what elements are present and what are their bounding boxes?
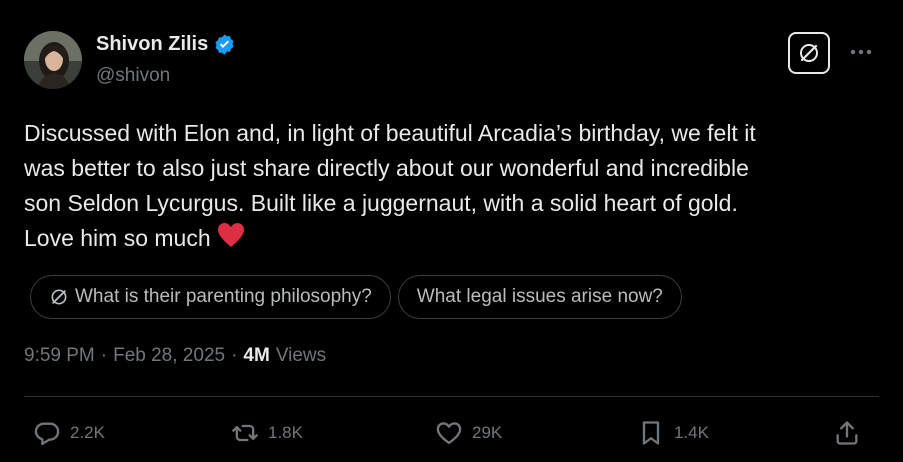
meta-separator: · xyxy=(100,345,108,366)
red-heart-emoji-icon xyxy=(217,222,245,258)
author-handle[interactable]: @shivon xyxy=(96,65,170,87)
like-count: 29K xyxy=(472,423,503,442)
views-count[interactable]: 4M xyxy=(243,345,269,367)
like-button[interactable]: 29K xyxy=(434,418,502,448)
more-options-button[interactable] xyxy=(846,40,876,64)
author-name-row: Shivon Zilis xyxy=(96,33,236,56)
grok-icon xyxy=(800,44,818,62)
reply-icon xyxy=(34,422,60,446)
meta-separator: · xyxy=(231,345,238,366)
heart-icon xyxy=(436,422,462,445)
bookmark-button[interactable]: 1.4K xyxy=(636,418,709,448)
tweet-body: Discussed with Elon and, in light of bea… xyxy=(24,120,756,251)
tweet-time[interactable]: 9:59 PM xyxy=(24,345,95,367)
grok-suggestion-label: What legal issues arise now? xyxy=(416,286,663,307)
grok-suggestions: What is their parenting philosophy? What… xyxy=(30,275,682,319)
more-dots-icon xyxy=(850,49,872,55)
share-button[interactable] xyxy=(832,418,862,448)
grok-slash-icon xyxy=(51,289,67,305)
views-label: Views xyxy=(275,345,327,366)
repost-count: 1.8K xyxy=(268,423,303,442)
divider xyxy=(24,396,879,397)
verified-badge-icon[interactable] xyxy=(213,33,236,56)
reply-count: 2.2K xyxy=(70,423,105,442)
action-bar: 2.2K 1.8K 29K 1.4K xyxy=(24,418,872,448)
tweet-date[interactable]: Feb 28, 2025 xyxy=(113,345,225,367)
bookmark-count: 1.4K xyxy=(674,423,709,442)
avatar-photo xyxy=(24,31,82,89)
tweet-meta: 9:59 PM · Feb 28, 2025 · 4M Views xyxy=(24,345,326,367)
grok-button[interactable] xyxy=(788,32,830,74)
author-name[interactable]: Shivon Zilis xyxy=(96,33,208,56)
share-icon xyxy=(836,421,858,445)
bookmark-icon xyxy=(642,421,660,445)
repost-button[interactable]: 1.8K xyxy=(230,418,303,448)
reply-button[interactable]: 2.2K xyxy=(32,418,105,448)
grok-suggestion-chip[interactable]: What legal issues arise now? xyxy=(397,275,682,319)
avatar[interactable] xyxy=(24,31,82,89)
tweet-text: Discussed with Elon and, in light of bea… xyxy=(24,116,884,258)
grok-suggestion-chip[interactable]: What is their parenting philosophy? xyxy=(30,275,391,319)
grok-suggestion-label: What is their parenting philosophy? xyxy=(75,286,372,307)
repost-icon xyxy=(232,424,258,442)
